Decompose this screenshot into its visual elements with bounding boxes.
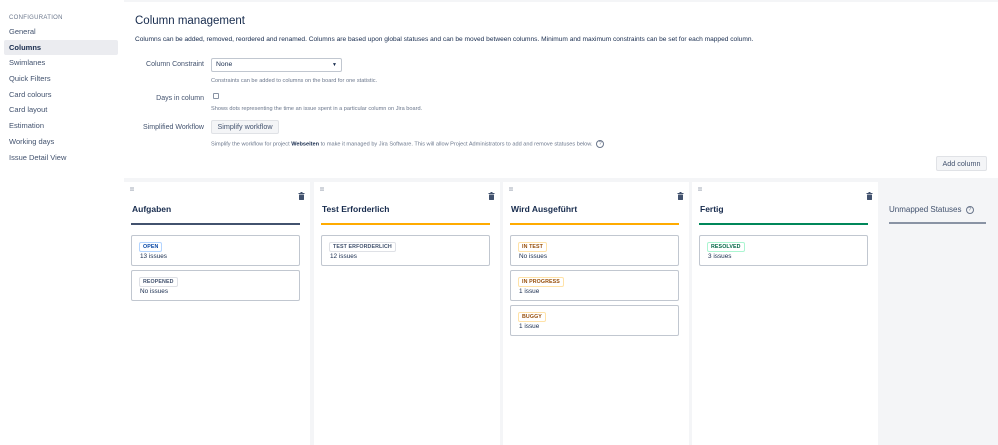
status-card[interactable]: TEST ERFORDERLICH 12 issues <box>321 235 490 266</box>
sidebar-item-card-layout[interactable]: Card layout <box>4 102 118 118</box>
simplified-workflow-help-suffix: to make it managed by Jira Software. Thi… <box>319 141 593 148</box>
unmapped-category-bar <box>889 222 986 224</box>
page-title: Column management <box>135 15 245 27</box>
sidebar-item-swimlanes[interactable]: Swimlanes <box>4 55 118 71</box>
help-icon[interactable]: ? <box>596 140 605 148</box>
sidebar-item-quick-filters[interactable]: Quick Filters <box>4 71 118 87</box>
sidebar-item-general[interactable]: General <box>4 24 118 40</box>
column-constraint-value: None <box>216 61 233 68</box>
column-category-bar <box>131 223 300 225</box>
sidebar-section-label: CONFIGURATION <box>9 15 63 21</box>
trash-icon[interactable] <box>677 187 684 205</box>
board-column: ⁞⁞⁞⁞ Aufgaben OPEN 13 issues REOPENED No… <box>124 182 310 445</box>
issue-count: No issues <box>140 288 169 295</box>
issue-count: 3 issues <box>708 253 732 260</box>
issue-count: 13 issues <box>140 253 167 260</box>
drag-handle-icon[interactable]: ⁞⁞⁞⁞ <box>698 187 702 193</box>
column-category-bar <box>699 223 868 225</box>
project-name: Webseiten <box>291 141 320 148</box>
status-card[interactable]: BUGGY 1 issue <box>510 305 679 336</box>
trash-icon[interactable] <box>488 187 495 205</box>
board-column: ⁞⁞⁞⁞ Wird Ausgeführt IN TEST No issues I… <box>503 182 689 445</box>
column-title[interactable]: Fertig <box>700 204 724 214</box>
status-lozenge: IN TEST <box>518 242 548 252</box>
column-title[interactable]: Aufgaben <box>132 204 171 214</box>
trash-icon[interactable] <box>866 187 873 205</box>
unmapped-statuses-label: Unmapped Statuses <box>889 205 962 214</box>
simplified-workflow-help-prefix: Simplify the workflow for project <box>211 141 292 148</box>
days-in-column-label: Days in column <box>156 95 204 102</box>
status-lozenge: TEST ERFORDERLICH <box>329 242 396 252</box>
days-in-column-help: Shows dots representing the time an issu… <box>211 106 423 112</box>
chevron-down-icon: ▼ <box>332 62 337 68</box>
status-card[interactable]: IN PROGRESS 1 issue <box>510 270 679 301</box>
board-column: ⁞⁞⁞⁞ Fertig RESOLVED 3 issues <box>692 182 878 445</box>
column-constraint-help: Constraints can be added to columns on t… <box>211 78 378 84</box>
status-lozenge: BUGGY <box>518 312 546 322</box>
status-lozenge: OPEN <box>139 242 163 252</box>
unmapped-statuses-column: Unmapped Statuses ? <box>880 182 998 445</box>
page-description: Columns can be added, removed, reordered… <box>135 36 754 43</box>
status-card[interactable]: RESOLVED 3 issues <box>699 235 868 266</box>
status-lozenge: REOPENED <box>139 277 178 287</box>
simplified-workflow-label: Simplified Workflow <box>143 124 204 131</box>
status-lozenge: RESOLVED <box>707 242 745 252</box>
column-title[interactable]: Wird Ausgeführt <box>511 204 577 214</box>
issue-count: 1 issue <box>519 323 540 330</box>
sidebar-menu: General Columns Swimlanes Quick Filters … <box>4 24 118 165</box>
unmapped-statuses-title: Unmapped Statuses ? <box>889 205 974 214</box>
drag-handle-icon[interactable]: ⁞⁞⁞⁞ <box>509 187 513 193</box>
column-title[interactable]: Test Erforderlich <box>322 204 389 214</box>
column-category-bar <box>321 223 490 225</box>
sidebar-item-issue-detail-view[interactable]: Issue Detail View <box>4 150 118 166</box>
column-settings-panel: Column management Columns can be added, … <box>124 2 998 178</box>
board-column: ⁞⁞⁞⁞ Test Erforderlich TEST ERFORDERLICH… <box>314 182 500 445</box>
column-constraint-label: Column Constraint <box>146 61 204 68</box>
drag-handle-icon[interactable]: ⁞⁞⁞⁞ <box>320 187 324 193</box>
issue-count: 12 issues <box>330 253 357 260</box>
sidebar-item-columns[interactable]: Columns <box>4 39 118 56</box>
sidebar-item-working-days[interactable]: Working days <box>4 134 118 150</box>
add-column-button[interactable]: Add column <box>936 156 987 171</box>
issue-count: 1 issue <box>519 288 540 295</box>
status-card[interactable]: REOPENED No issues <box>131 270 300 301</box>
column-category-bar <box>510 223 679 225</box>
simplify-workflow-button[interactable]: Simplify workflow <box>211 120 279 134</box>
drag-handle-icon[interactable]: ⁞⁞⁞⁞ <box>130 187 134 193</box>
status-card[interactable]: IN TEST No issues <box>510 235 679 266</box>
sidebar-item-card-colours[interactable]: Card colours <box>4 87 118 103</box>
simplified-workflow-help: Simplify the workflow for project Websei… <box>211 140 605 148</box>
trash-icon[interactable] <box>298 187 305 205</box>
help-icon[interactable]: ? <box>965 205 974 214</box>
status-card[interactable]: OPEN 13 issues <box>131 235 300 266</box>
status-lozenge: IN PROGRESS <box>518 277 564 287</box>
column-constraint-select[interactable]: None ▼ <box>211 58 342 72</box>
days-in-column-checkbox[interactable] <box>213 93 219 99</box>
sidebar-item-estimation[interactable]: Estimation <box>4 118 118 134</box>
sidebar: CONFIGURATION General Columns Swimlanes … <box>0 0 124 445</box>
issue-count: No issues <box>519 253 548 260</box>
